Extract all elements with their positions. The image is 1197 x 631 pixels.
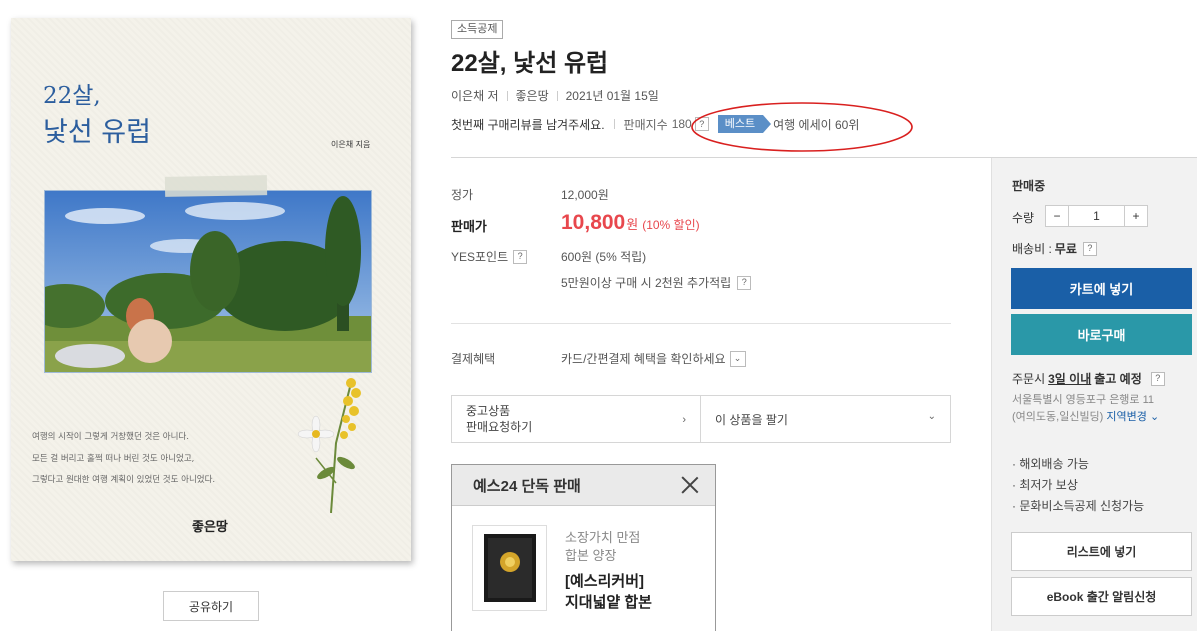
book-cover-image[interactable]: 22살, 낯선 유럽 이은채 지음 여행의 시작이 그렇게 거창했던 것은 아니… — [11, 18, 411, 561]
feature-overseas-shipping: · 해외배송 가능 — [1012, 457, 1089, 471]
exclusive-name-2[interactable]: 지대넓얕 합본 — [565, 591, 652, 612]
sale-price-value: 10,800 — [561, 211, 626, 234]
exclusive-product-thumbnail[interactable] — [472, 525, 547, 611]
quantity-decrease-button[interactable]: − — [1046, 206, 1068, 226]
list-price-label: 정가 — [451, 188, 474, 202]
sales-index-label: 판매지수 — [623, 117, 668, 132]
delivery-address-line2: (여의도동,일신빌딩) 지역변경 ⌄ — [1012, 408, 1159, 424]
product-meta: 이은채 저 좋은땅 2021년 01월 15일 — [451, 87, 659, 104]
points-label: YES포인트 — [451, 250, 509, 264]
section-divider — [451, 323, 951, 324]
quantity-stepper: − 1 + — [1045, 205, 1148, 227]
delivery-estimate: 주문시 3일 이내 출고 예정 ? — [1012, 370, 1165, 387]
bonus-points-help-icon[interactable]: ? — [737, 275, 752, 290]
used-left-line2: 판매요청하기 — [466, 420, 533, 434]
sale-price-unit: 원 — [626, 217, 639, 232]
add-to-cart-button[interactable]: 카트에 넣기 — [1011, 268, 1192, 309]
meta-divider — [506, 90, 508, 101]
sale-status: 판매중 — [1012, 179, 1046, 193]
delivery-suffix: 출고 예정 — [1094, 372, 1142, 386]
sale-price-label: 판매가 — [451, 219, 487, 234]
cover-tape — [164, 175, 268, 197]
add-to-list-button[interactable]: 리스트에 넣기 — [1011, 532, 1192, 571]
cover-title-line1: 22살, — [43, 83, 101, 109]
highlight-ellipse — [691, 102, 913, 152]
list-price-value: 12,000원 — [561, 188, 609, 202]
exclusive-name-1[interactable]: [예스리커버] — [565, 570, 644, 591]
delivery-help-icon[interactable]: ? — [1150, 371, 1165, 386]
cover-text-line2: 모든 걸 버리고 훌쩍 떠나 버린 것도 아니었고, — [32, 454, 195, 464]
close-icon[interactable] — [681, 476, 699, 494]
exclusive-subtitle-2: 합본 양장 — [565, 548, 617, 563]
quantity-increase-button[interactable]: + — [1125, 206, 1147, 226]
meta-divider — [556, 90, 558, 101]
publish-date: 2021년 01월 15일 — [565, 89, 659, 103]
used-sell-request-button[interactable]: 중고상품 판매요청하기 › — [452, 396, 701, 442]
delivery-address-detail: (여의도동,일신빌딩) — [1012, 411, 1104, 423]
chevron-down-icon[interactable]: ⌄ — [729, 350, 746, 367]
feature-culture-deduction: · 문화비소득공제 신청가능 — [1012, 499, 1145, 513]
publisher-link[interactable]: 좋은땅 — [516, 87, 549, 104]
points-value: 600원 (5% 적립) — [561, 250, 647, 264]
exclusive-title: 예스24 단독 판매 — [473, 477, 581, 495]
chevron-down-icon: ⌄ — [927, 411, 936, 422]
quantity-label: 수량 — [1012, 211, 1035, 225]
buy-now-button[interactable]: 바로구매 — [1011, 314, 1192, 355]
cover-publisher-logo: 좋은땅 — [192, 520, 228, 535]
author-link[interactable]: 이은채 저 — [451, 87, 499, 104]
shipping-fee: 배송비 : 무료 ? — [1012, 240, 1097, 257]
meta-divider — [613, 119, 615, 129]
quantity-input[interactable]: 1 — [1068, 206, 1125, 226]
shipping-label: 배송비 : — [1012, 242, 1052, 256]
cover-text-line3: 그렇다고 원대한 여행 계획이 있었던 것도 아니었다. — [32, 475, 216, 485]
exclusive-subtitle-1: 소장가치 만점 — [565, 530, 641, 545]
points-help-icon[interactable]: ? — [513, 249, 528, 264]
used-goods-box: 중고상품 판매요청하기 › 이 상품을 팔기 ⌄ — [451, 395, 951, 443]
cover-author: 이은채 지음 — [331, 140, 371, 149]
shipping-help-icon[interactable]: ? — [1082, 241, 1097, 256]
ebook-notify-button[interactable]: eBook 출간 알림신청 — [1011, 577, 1192, 616]
exclusive-sale-popup: 예스24 단독 판매 소장가치 만점 합본 양장 [예스리커버] 지대넓얕 합본 — [451, 464, 716, 631]
review-prompt-link[interactable]: 첫번째 구매리뷰를 남겨주세요. — [451, 116, 605, 133]
income-deduction-tag: 소득공제 — [451, 20, 504, 39]
purchase-panel: 판매중 수량 − 1 + 배송비 : 무료 ? 카트에 넣기 바로구매 주문시 … — [991, 158, 1197, 631]
shipping-value: 무료 — [1054, 242, 1077, 256]
cover-photo — [44, 190, 372, 373]
bonus-points-text: 5만원이상 구매 시 2천원 추가적립 — [561, 276, 732, 290]
payment-benefit-link[interactable]: 카드/간편결제 혜택을 확인하세요 — [561, 350, 726, 367]
delivery-prefix: 주문시 — [1012, 372, 1046, 386]
share-button[interactable]: 공유하기 — [163, 591, 259, 621]
change-region-link[interactable]: 지역변경 ⌄ — [1106, 411, 1159, 423]
payment-benefit-label: 결제혜택 — [451, 352, 496, 366]
sales-index-value: 180 — [671, 117, 692, 131]
flower-illustration — [297, 378, 361, 513]
discount-rate: (10% 할인) — [642, 218, 700, 232]
chevron-right-icon: › — [682, 414, 686, 426]
delivery-address-line1: 서울특별시 영등포구 은행로 11 — [1012, 394, 1155, 406]
product-title: 22살, 낯선 유럽 — [451, 50, 609, 77]
feature-lowest-price: · 최저가 보상 — [1012, 478, 1078, 492]
used-left-line1: 중고상품 — [466, 404, 511, 418]
cover-title-line2: 낯선 유럽 — [43, 117, 151, 148]
sell-this-item-label: 이 상품을 팔기 — [715, 413, 788, 427]
sell-this-item-dropdown[interactable]: 이 상품을 팔기 ⌄ — [701, 396, 950, 442]
delivery-highlight: 3일 이내 — [1048, 372, 1092, 386]
exclusive-header: 예스24 단독 판매 — [452, 465, 715, 506]
cover-text-line1: 여행의 시작이 그렇게 거창했던 것은 아니다. — [32, 432, 189, 442]
